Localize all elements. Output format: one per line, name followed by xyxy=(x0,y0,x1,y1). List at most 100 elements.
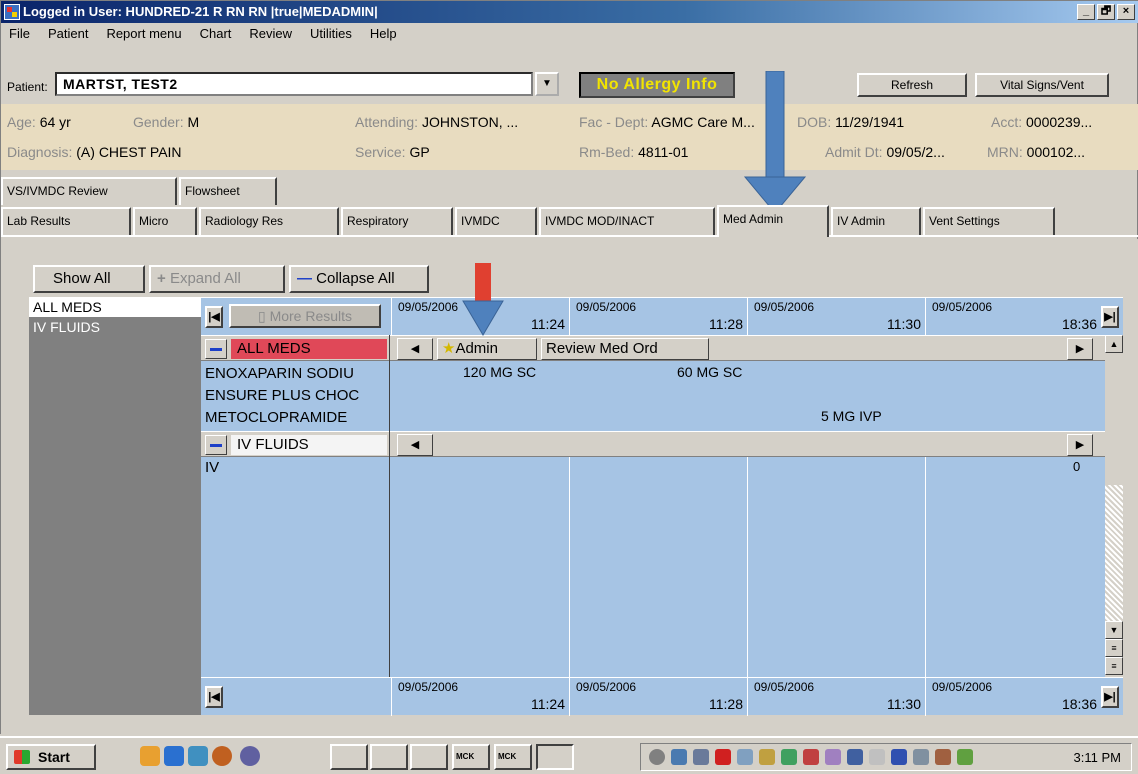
scroll-left-icon[interactable]: ◀ xyxy=(397,338,433,360)
med-row-label[interactable]: ENOXAPARIN SODIU xyxy=(205,363,387,385)
tray-icon[interactable] xyxy=(847,749,863,765)
security-tray-icon[interactable] xyxy=(715,749,731,765)
tab-ivmdc[interactable]: IVMDC xyxy=(455,207,537,235)
tray-icon[interactable] xyxy=(781,749,797,765)
scroll-thumb[interactable] xyxy=(1105,355,1123,485)
med-dose-cell[interactable]: 5 MG IVP xyxy=(821,405,882,427)
shield-tray-icon[interactable] xyxy=(891,749,907,765)
vital-signs-button[interactable]: Vital Signs/Vent xyxy=(975,73,1109,97)
collapse-section-icon[interactable] xyxy=(205,339,227,359)
show-all-button[interactable]: Show All xyxy=(33,265,145,293)
first-page-icon[interactable]: |◀ xyxy=(205,686,223,708)
tab-iv-admin[interactable]: IV Admin xyxy=(831,207,921,235)
patient-select-input[interactable]: MARTST, TEST2 xyxy=(55,72,533,96)
iv-row-label[interactable]: IV xyxy=(205,457,387,479)
list-item-iv-fluids[interactable]: IV FLUIDS xyxy=(29,317,201,337)
med-dose-cell[interactable]: 60 MG SC xyxy=(677,361,742,383)
hand-tray-icon[interactable] xyxy=(869,749,885,765)
first-page-icon[interactable]: |◀ xyxy=(205,306,223,328)
tray-icon[interactable] xyxy=(935,749,951,765)
last-page-icon[interactable]: ▶| xyxy=(1101,686,1119,708)
service-label: Service: xyxy=(355,144,406,160)
bottom-icon[interactable]: ≡ xyxy=(1105,657,1123,675)
menu-file[interactable]: File xyxy=(9,26,30,41)
date-column[interactable]: 09/05/2006 18:36 xyxy=(925,298,1101,336)
start-button[interactable]: Start xyxy=(6,744,96,770)
collapse-all-button[interactable]: — Collapse All xyxy=(289,265,429,293)
date-column[interactable]: 09/05/2006 18:36 xyxy=(925,678,1101,716)
tab-flowsheet[interactable]: Flowsheet xyxy=(179,177,277,205)
date-column[interactable]: 09/05/2006 11:28 xyxy=(569,298,747,336)
date-column[interactable]: 09/05/2006 11:30 xyxy=(747,298,925,336)
expand-all-label: Expand All xyxy=(169,270,241,287)
close-button[interactable]: × xyxy=(1117,4,1135,20)
sync-tray-icon[interactable] xyxy=(671,749,687,765)
collapse-section-icon[interactable] xyxy=(205,435,227,455)
date-column[interactable]: 09/05/2006 11:24 xyxy=(391,678,569,716)
task-item-2[interactable] xyxy=(370,744,408,770)
app-quick-icon[interactable] xyxy=(240,746,260,766)
network-tray-icon[interactable] xyxy=(693,749,709,765)
chevron-down-icon[interactable]: ▼ xyxy=(535,72,559,96)
date-column[interactable]: 09/05/2006 11:28 xyxy=(569,678,747,716)
menu-chart[interactable]: Chart xyxy=(200,26,232,41)
task-item-mck-1[interactable]: MCK xyxy=(452,744,490,770)
task-item-3[interactable] xyxy=(410,744,448,770)
admit-value: 09/05/2... xyxy=(886,144,945,160)
column-divider xyxy=(389,335,390,677)
med-dose-cell[interactable]: 120 MG SC xyxy=(463,361,536,383)
menu-review[interactable]: Review xyxy=(249,26,292,41)
tab-lab-results[interactable]: Lab Results xyxy=(1,207,131,235)
tray-icon[interactable] xyxy=(737,749,753,765)
tray-icon[interactable] xyxy=(913,749,929,765)
time-label: 18:36 xyxy=(1061,696,1097,712)
more-results-button[interactable]: ▯ More Results xyxy=(229,304,381,328)
expand-all-button[interactable]: + Expand All xyxy=(149,265,285,293)
tab-micro[interactable]: Micro xyxy=(133,207,197,235)
review-med-ord-button[interactable]: Review Med Ord xyxy=(541,338,709,360)
med-row-label[interactable]: ENSURE PLUS CHOC xyxy=(205,385,387,407)
allergy-indicator[interactable]: No Allergy Info xyxy=(579,72,735,98)
clock-tray-icon[interactable] xyxy=(649,749,665,765)
menu-help[interactable]: Help xyxy=(370,26,397,41)
vertical-scrollbar[interactable]: ▲ ▼ ≡ ≡ xyxy=(1105,335,1123,677)
tray-icon[interactable] xyxy=(957,749,973,765)
outlook-icon[interactable] xyxy=(188,746,208,766)
scroll-down-icon[interactable]: ▼ xyxy=(1105,621,1123,639)
task-item-mck-2[interactable]: MCK xyxy=(494,744,532,770)
scroll-right-icon[interactable]: ▶ xyxy=(1067,338,1093,360)
menu-report[interactable]: Report menu xyxy=(106,26,181,41)
last-page-icon[interactable]: ▶| xyxy=(1101,306,1119,328)
menu-patient[interactable]: Patient xyxy=(48,26,88,41)
tray-icon[interactable] xyxy=(803,749,819,765)
annotation-arrow-blue xyxy=(743,71,807,214)
admin-button[interactable]: ★Admin xyxy=(437,338,537,360)
menu-utilities[interactable]: Utilities xyxy=(310,26,352,41)
tab-med-admin[interactable]: Med Admin xyxy=(717,205,829,237)
tray-icon[interactable] xyxy=(825,749,841,765)
restore-button[interactable]: 🗗 xyxy=(1097,4,1115,20)
tab-vent-settings[interactable]: Vent Settings xyxy=(923,207,1055,235)
scroll-left-icon[interactable]: ◀ xyxy=(397,434,433,456)
tab-radiology[interactable]: Radiology Res xyxy=(199,207,339,235)
date-column[interactable]: 09/05/2006 11:30 xyxy=(747,678,925,716)
page-down-icon[interactable]: ≡ xyxy=(1105,639,1123,657)
task-item-active[interactable] xyxy=(536,744,574,770)
media-icon[interactable] xyxy=(212,746,232,766)
tab-ivmdc-mod-inact[interactable]: IVMDC MOD/INACT xyxy=(539,207,715,235)
collapse-all-label: Collapse All xyxy=(316,270,395,287)
scroll-up-icon[interactable]: ▲ xyxy=(1105,335,1123,353)
tab-respiratory[interactable]: Respiratory xyxy=(341,207,453,235)
volume-tray-icon[interactable] xyxy=(759,749,775,765)
tab-vs-ivmdc-review[interactable]: VS/IVMDC Review xyxy=(1,177,177,205)
med-row-label[interactable]: METOCLOPRAMIDE xyxy=(205,407,387,429)
task-item-1[interactable] xyxy=(330,744,368,770)
scroll-right-icon[interactable]: ▶ xyxy=(1067,434,1093,456)
browser-icon[interactable] xyxy=(164,746,184,766)
list-item-all-meds[interactable]: ALL MEDS xyxy=(29,297,201,317)
desktop-icon[interactable] xyxy=(140,746,160,766)
minimize-button[interactable]: _ xyxy=(1077,4,1095,20)
gender-label: Gender: xyxy=(133,114,184,130)
scroll-track[interactable] xyxy=(1105,485,1123,621)
refresh-button[interactable]: Refresh xyxy=(857,73,967,97)
